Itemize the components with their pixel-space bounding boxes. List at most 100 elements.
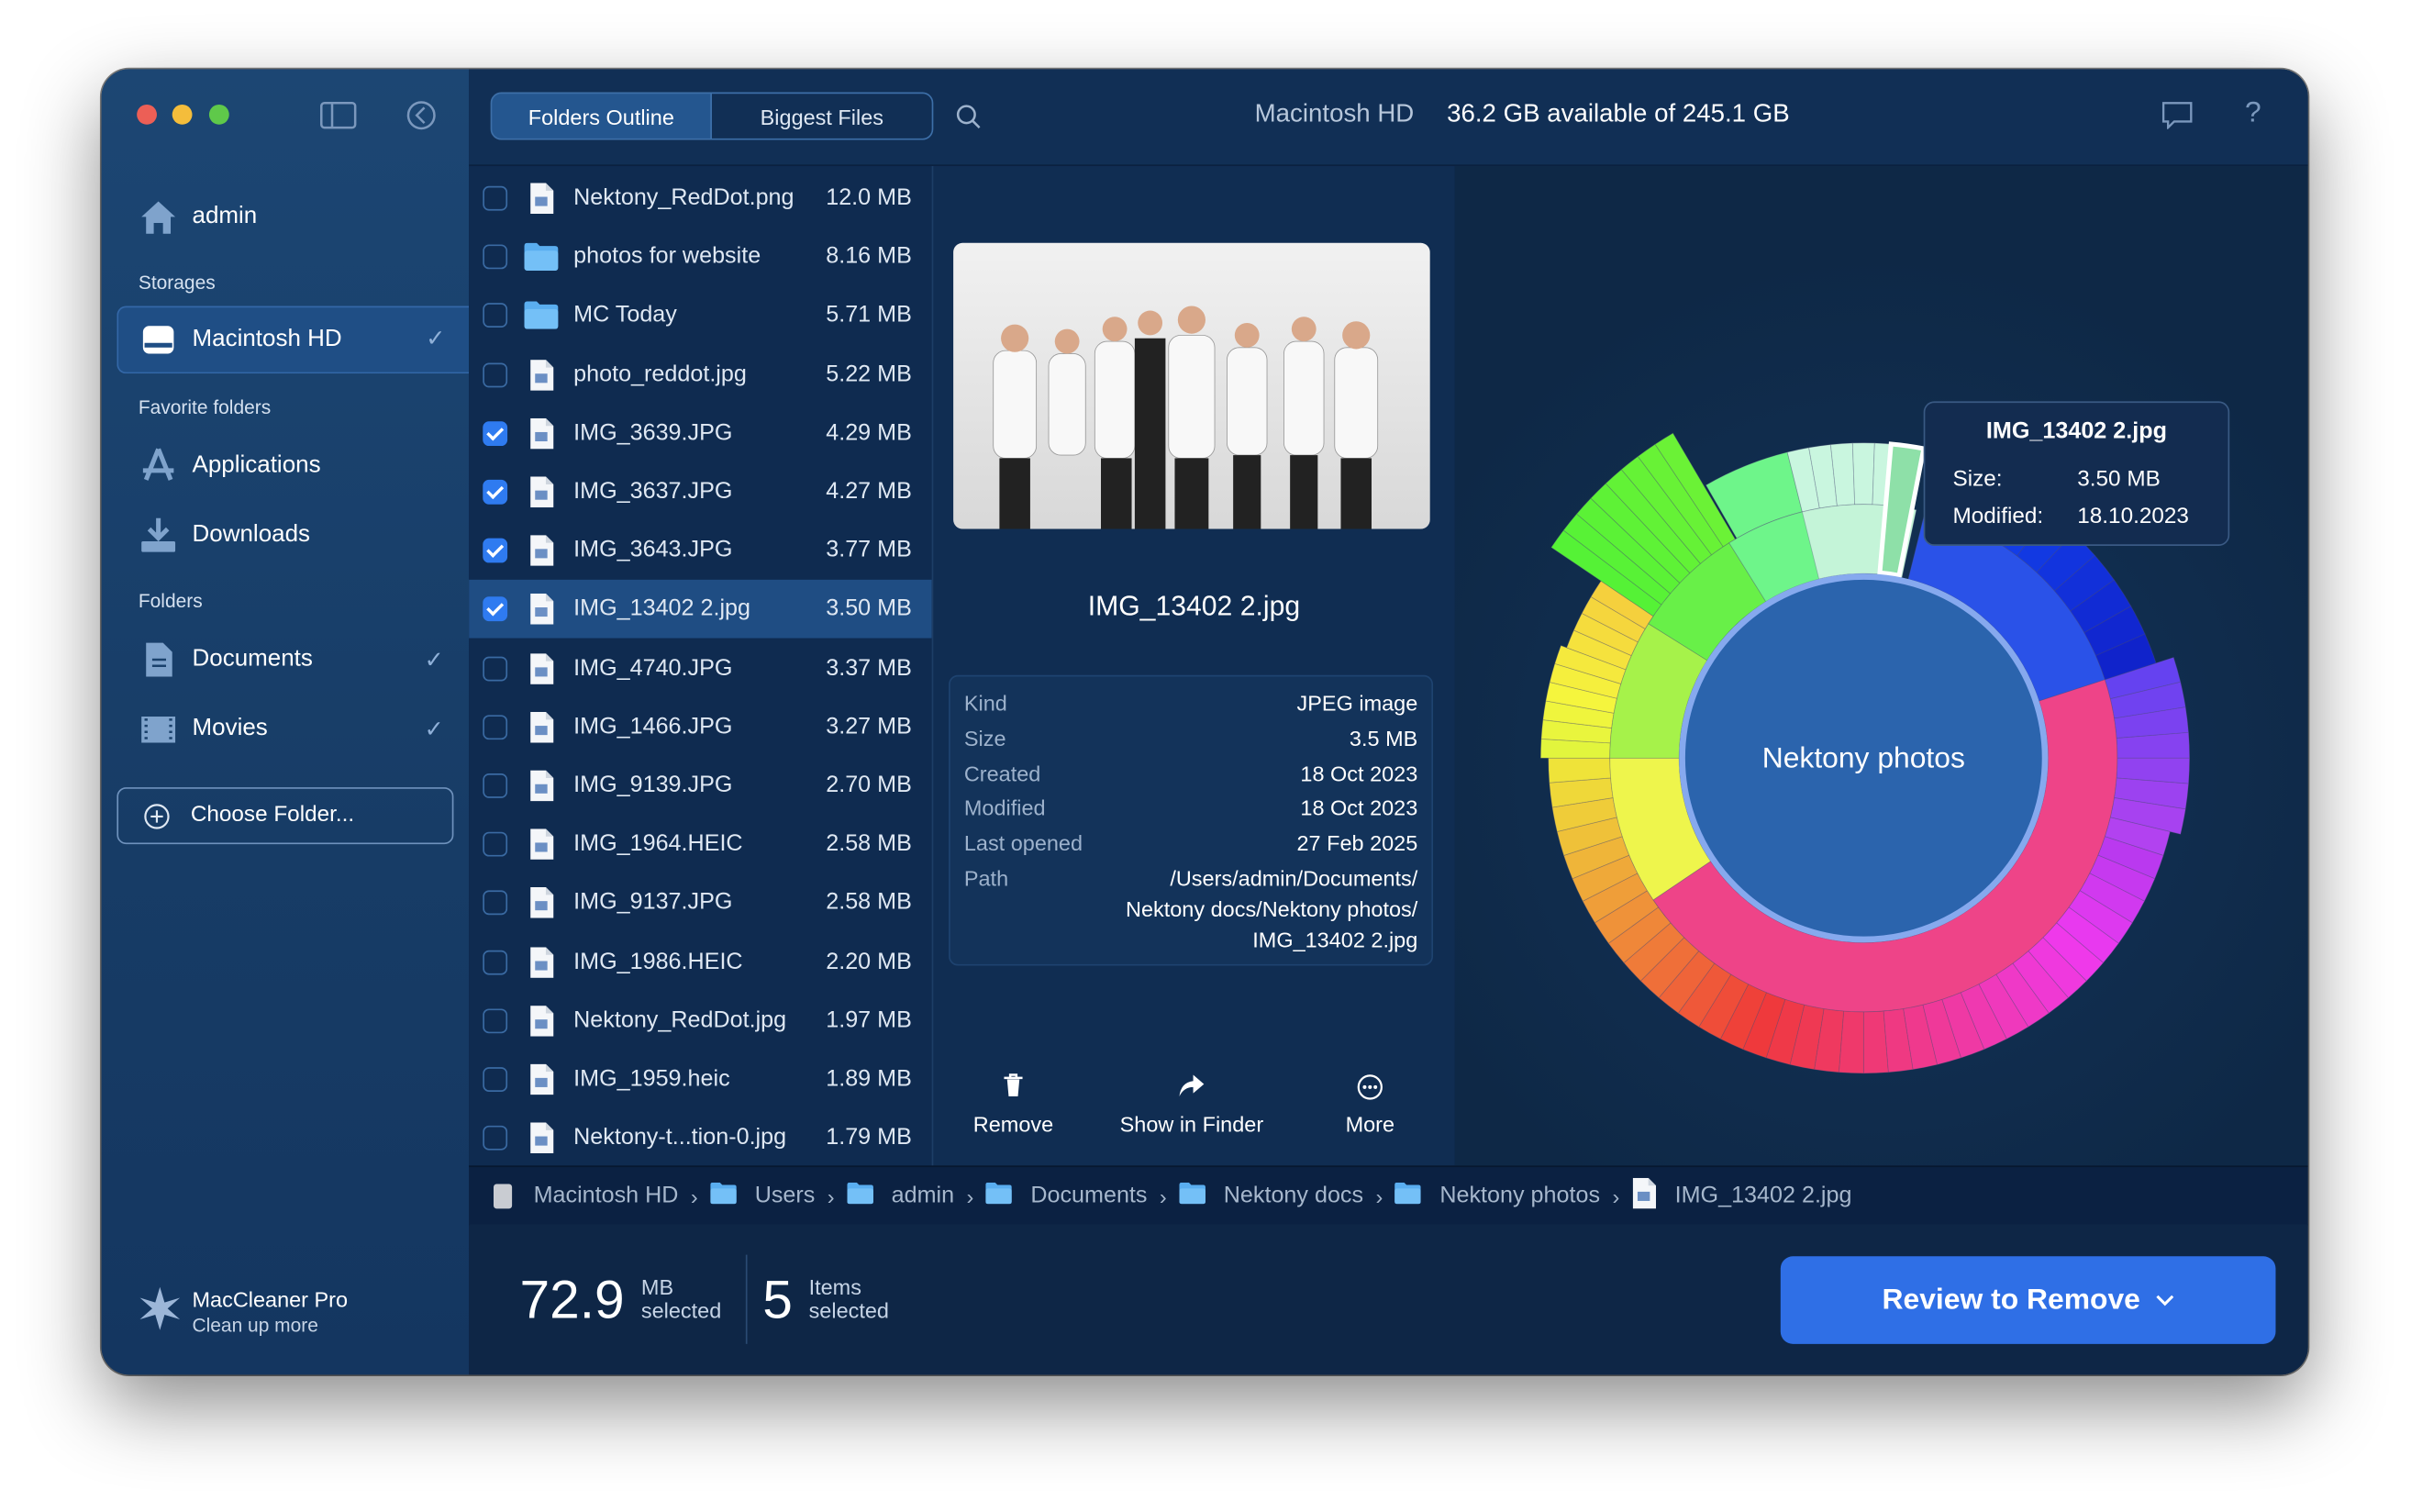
sidebar-toggle-icon[interactable] bbox=[320, 102, 357, 129]
show-in-finder-button[interactable]: Show in Finder bbox=[1115, 1073, 1269, 1137]
file-checkbox[interactable] bbox=[483, 244, 508, 270]
chevron-down-icon bbox=[2156, 1294, 2174, 1306]
toolbar: Folders Outline Biggest Files Macintosh … bbox=[469, 69, 2308, 167]
file-name: photos for website bbox=[573, 243, 761, 270]
minimize-window-button[interactable] bbox=[172, 104, 193, 125]
tooltip: IMG_13402 2.jpg Size: 3.50 MB Modified: … bbox=[1923, 401, 2230, 546]
search-icon[interactable] bbox=[955, 103, 983, 130]
file-row[interactable]: Nektony_RedDot.jpg 1.97 MB bbox=[469, 992, 931, 1051]
breadcrumb-item[interactable]: admin bbox=[847, 1182, 954, 1209]
sunburst-segment[interactable] bbox=[1548, 757, 1612, 784]
tooltip-modified-label: Modified: bbox=[1952, 504, 2044, 529]
file-checkbox[interactable] bbox=[483, 1126, 508, 1151]
file-name: MC Today bbox=[573, 302, 677, 328]
breadcrumb-item[interactable]: Nektony photos bbox=[1394, 1182, 1600, 1209]
folder-icon bbox=[847, 1182, 883, 1209]
breadcrumb-label: Documents bbox=[1030, 1182, 1148, 1209]
file-row[interactable]: photo_reddot.jpg 5.22 MB bbox=[469, 345, 931, 404]
file-row[interactable]: IMG_3639.JPG 4.29 MB bbox=[469, 404, 931, 462]
file-checkbox[interactable] bbox=[483, 891, 508, 916]
action-label: Remove bbox=[972, 1111, 1054, 1137]
breadcrumb-item[interactable]: Documents bbox=[985, 1182, 1148, 1209]
file-row[interactable]: MC Today 5.71 MB bbox=[469, 286, 931, 345]
remove-button[interactable]: Remove bbox=[937, 1073, 1091, 1137]
breadcrumb-item[interactable]: IMG_13402 2.jpg bbox=[1632, 1176, 1851, 1214]
file-checkbox[interactable] bbox=[483, 596, 508, 622]
main-area: Folders Outline Biggest Files Macintosh … bbox=[469, 69, 2308, 1375]
tab-folders-outline[interactable]: Folders Outline bbox=[490, 92, 712, 140]
file-row[interactable]: Nektony_RedDot.png 12.0 MB bbox=[469, 169, 931, 228]
file-row[interactable]: IMG_3643.JPG 3.77 MB bbox=[469, 521, 931, 580]
choose-folder-button[interactable]: Choose Folder... bbox=[117, 787, 454, 845]
file-checkbox[interactable] bbox=[483, 714, 508, 739]
file-size: 3.77 MB bbox=[826, 537, 912, 563]
file-row[interactable]: IMG_1986.HEIC 2.20 MB bbox=[469, 933, 931, 992]
close-window-button[interactable] bbox=[137, 104, 157, 125]
user-item[interactable]: admin bbox=[193, 203, 258, 230]
document-icon bbox=[146, 642, 172, 677]
file-row[interactable]: photos for website 8.16 MB bbox=[469, 228, 931, 286]
selected-items-unit: Items bbox=[808, 1274, 861, 1300]
file-icon bbox=[529, 770, 554, 802]
file-row[interactable]: IMG_13402 2.jpg 3.50 MB bbox=[469, 580, 932, 639]
detail-value: Nektony docs/Nektony photos/ bbox=[1126, 895, 1418, 921]
breadcrumb-item[interactable]: Nektony docs bbox=[1179, 1182, 1363, 1209]
file-name: IMG_9137.JPG bbox=[573, 889, 733, 916]
trash-icon bbox=[937, 1073, 1091, 1105]
file-row[interactable]: IMG_1466.JPG 3.27 MB bbox=[469, 698, 931, 757]
chevron-right-icon: › bbox=[1612, 1183, 1620, 1208]
file-checkbox[interactable] bbox=[483, 185, 508, 211]
breadcrumb-item[interactable]: Users bbox=[710, 1182, 815, 1209]
storage-item-macintosh-hd[interactable]: Macintosh HD ✓ bbox=[117, 306, 470, 374]
feedback-icon[interactable] bbox=[2161, 102, 2193, 129]
file-row[interactable]: Nektony-t...tion-0.jpg 1.79 MB bbox=[469, 1109, 931, 1168]
folders-header: Folders bbox=[138, 590, 203, 613]
file-row[interactable]: IMG_1964.HEIC 2.58 MB bbox=[469, 816, 931, 874]
file-checkbox[interactable] bbox=[483, 950, 508, 974]
back-icon[interactable] bbox=[406, 100, 437, 131]
more-button[interactable]: More bbox=[1294, 1073, 1448, 1137]
file-row[interactable]: IMG_1959.heic 1.89 MB bbox=[469, 1051, 931, 1109]
file-checkbox[interactable] bbox=[483, 361, 508, 387]
tab-biggest-files[interactable]: Biggest Files bbox=[710, 92, 934, 140]
tooltip-title: IMG_13402 2.jpg bbox=[1985, 417, 2167, 445]
sunburst-chart[interactable]: Nektony photos bbox=[1454, 166, 2307, 1165]
file-size: 5.22 MB bbox=[826, 361, 912, 387]
file-checkbox[interactable] bbox=[483, 303, 508, 328]
file-row[interactable]: IMG_9139.JPG 2.70 MB bbox=[469, 757, 931, 816]
file-name: IMG_9139.JPG bbox=[573, 772, 733, 798]
file-checkbox[interactable] bbox=[483, 479, 508, 505]
chevron-right-icon: › bbox=[1159, 1183, 1167, 1208]
detail-key: Modified bbox=[963, 795, 1046, 820]
file-checkbox[interactable] bbox=[483, 420, 508, 446]
zoom-window-button[interactable] bbox=[208, 104, 229, 125]
sunburst-segment[interactable] bbox=[1851, 442, 1875, 506]
detail-row: IMG_13402 2.jpg bbox=[950, 927, 1432, 961]
drive-icon bbox=[493, 1183, 513, 1208]
file-checkbox[interactable] bbox=[483, 655, 508, 681]
file-checkbox[interactable] bbox=[483, 1008, 508, 1033]
file-checkbox[interactable] bbox=[483, 1067, 508, 1092]
file-checkbox[interactable] bbox=[483, 773, 508, 798]
file-size: 2.70 MB bbox=[826, 772, 912, 798]
file-row[interactable]: IMG_3637.JPG 4.27 MB bbox=[469, 462, 931, 521]
file-size: 3.27 MB bbox=[826, 713, 912, 739]
chevron-right-icon: › bbox=[1375, 1183, 1383, 1208]
file-icon bbox=[529, 946, 554, 978]
file-size: 1.89 MB bbox=[826, 1065, 912, 1092]
review-to-remove-button[interactable]: Review to Remove bbox=[1780, 1256, 2276, 1344]
sunburst-segment[interactable] bbox=[1862, 1010, 1889, 1074]
help-icon[interactable]: ? bbox=[2245, 97, 2261, 131]
file-checkbox[interactable] bbox=[483, 832, 508, 857]
file-list: Nektony_RedDot.png 12.0 MB photos for we… bbox=[469, 166, 932, 1168]
file-row[interactable]: IMG_9137.JPG 2.58 MB bbox=[469, 874, 931, 933]
file-name: IMG_1986.HEIC bbox=[573, 948, 743, 974]
breadcrumb-item[interactable]: Macintosh HD bbox=[491, 1182, 678, 1209]
detail-row: Modified 18 Oct 2023 bbox=[950, 795, 1432, 829]
file-row[interactable]: IMG_4740.JPG 3.37 MB bbox=[469, 639, 931, 698]
file-checkbox[interactable] bbox=[483, 538, 508, 563]
file-size: 4.27 MB bbox=[826, 478, 912, 505]
tooltip-modified: 18.10.2023 bbox=[2077, 504, 2189, 529]
file-name: IMG_1466.JPG bbox=[573, 713, 733, 739]
file-icon bbox=[529, 652, 554, 684]
